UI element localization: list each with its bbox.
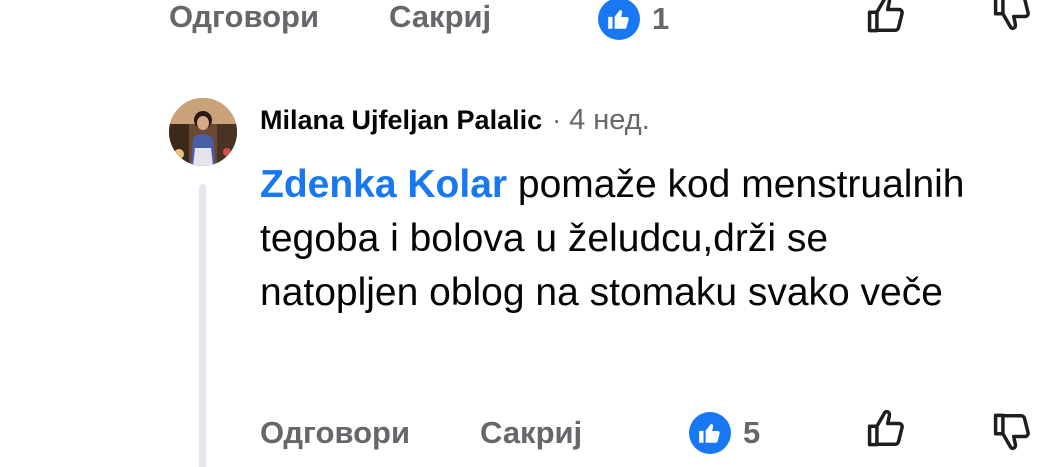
- dislike-button[interactable]: [988, 0, 1038, 36]
- comment-header: Milana Ujfeljan Palalic · 4 нед.: [260, 98, 650, 142]
- comment-timestamp[interactable]: 4 нед.: [569, 104, 650, 137]
- thumbs-down-icon: [993, 413, 1030, 451]
- thumbs-up-icon: [867, 409, 904, 447]
- reaction-count: 1: [652, 1, 670, 36]
- comment-reactions[interactable]: 5: [689, 410, 760, 456]
- thumbs-up-icon: [867, 0, 904, 33]
- profile-photo: [169, 98, 237, 166]
- comment-actions: Одговори Сакриј: [260, 410, 582, 456]
- hide-button[interactable]: Сакриј: [389, 0, 491, 40]
- comments-view: Одговори Сакриј 1 Milana Ujfeljan Palali…: [0, 0, 1060, 467]
- like-icon: [598, 0, 640, 40]
- reply-button[interactable]: Одговори: [260, 410, 410, 456]
- reaction-count: 5: [743, 415, 761, 450]
- dislike-button[interactable]: [988, 406, 1038, 456]
- previous-comment-actions: Одговори Сакриј: [169, 0, 491, 40]
- mention-link[interactable]: Zdenka Kolar: [260, 163, 507, 206]
- comment-text: Zdenka Kolar pomaže kod menstrualnih teg…: [260, 158, 980, 320]
- like-button[interactable]: [862, 404, 912, 454]
- hide-button[interactable]: Сакриј: [480, 410, 582, 456]
- separator-dot: ·: [552, 104, 562, 135]
- thread-line: [199, 184, 206, 467]
- author-name[interactable]: Milana Ujfeljan Palalic: [260, 105, 542, 136]
- like-icon: [689, 412, 731, 454]
- previous-comment-reactions[interactable]: 1: [598, 0, 669, 42]
- avatar[interactable]: [169, 98, 237, 166]
- reply-button[interactable]: Одговори: [169, 0, 319, 40]
- thumbs-down-icon: [993, 0, 1030, 31]
- like-button[interactable]: [862, 0, 912, 40]
